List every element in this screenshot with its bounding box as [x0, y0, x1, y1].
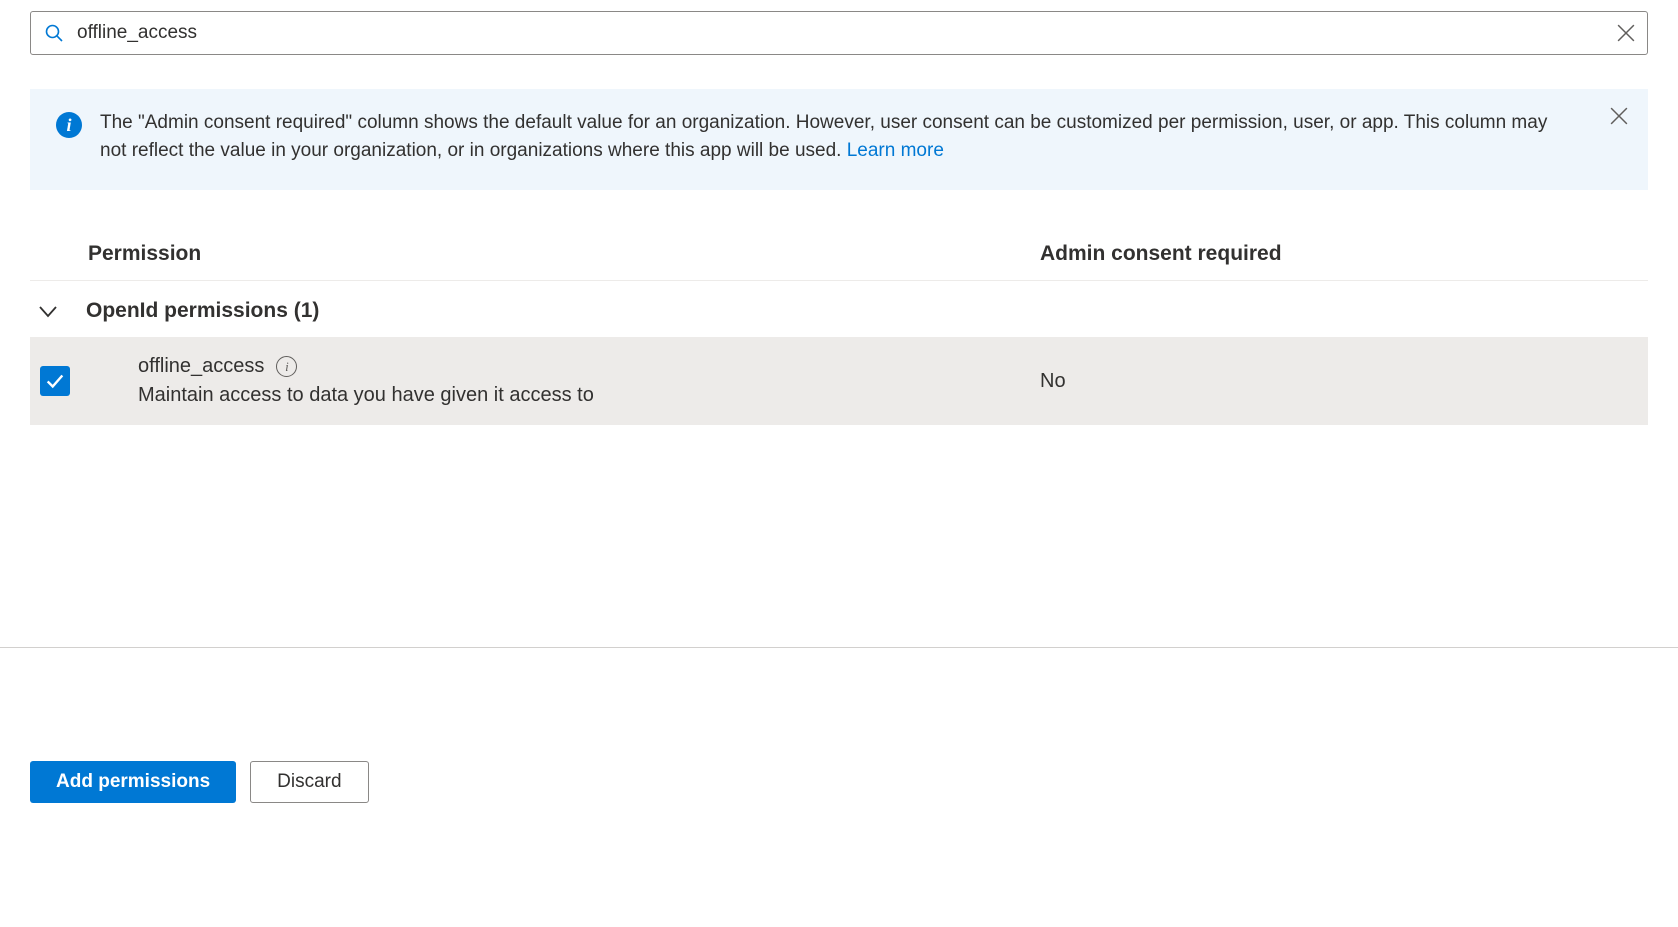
- add-permissions-button[interactable]: Add permissions: [30, 761, 236, 803]
- permission-group-label: OpenId permissions (1): [86, 299, 319, 323]
- checkbox-cell: [30, 366, 120, 396]
- search-wrapper: [30, 11, 1648, 55]
- permission-row: offline_access i Maintain access to data…: [30, 337, 1648, 425]
- search-input[interactable]: [30, 11, 1648, 55]
- permissions-panel: i The "Admin consent required" column sh…: [0, 0, 1678, 927]
- permissions-table: Permission Admin consent required OpenId…: [30, 236, 1648, 425]
- column-header-consent: Admin consent required: [1040, 242, 1282, 266]
- permission-name-row: offline_access i: [138, 355, 1040, 378]
- learn-more-link[interactable]: Learn more: [847, 140, 944, 161]
- close-banner-icon[interactable]: [1610, 107, 1628, 125]
- table-header-row: Permission Admin consent required: [30, 236, 1648, 281]
- permission-main: offline_access i Maintain access to data…: [120, 355, 1040, 407]
- permission-name: offline_access: [138, 355, 264, 378]
- discard-button[interactable]: Discard: [250, 761, 368, 803]
- info-icon: i: [56, 112, 82, 138]
- chevron-down-icon: [36, 299, 60, 323]
- permission-group-toggle[interactable]: OpenId permissions (1): [30, 281, 1648, 337]
- permission-checkbox[interactable]: [40, 366, 70, 396]
- search-icon: [44, 23, 64, 43]
- check-icon: [44, 370, 66, 392]
- info-banner: i The "Admin consent required" column sh…: [30, 89, 1648, 190]
- footer-buttons: Add permissions Discard: [30, 761, 369, 803]
- column-header-permission: Permission: [30, 242, 1040, 266]
- permission-description: Maintain access to data you have given i…: [138, 384, 1040, 407]
- info-banner-text: The "Admin consent required" column show…: [100, 109, 1622, 164]
- consent-value: No: [1040, 370, 1066, 393]
- clear-search-icon[interactable]: [1617, 24, 1635, 42]
- info-tooltip-icon[interactable]: i: [276, 356, 297, 377]
- divider: [0, 647, 1678, 648]
- info-banner-message: The "Admin consent required" column show…: [100, 112, 1547, 161]
